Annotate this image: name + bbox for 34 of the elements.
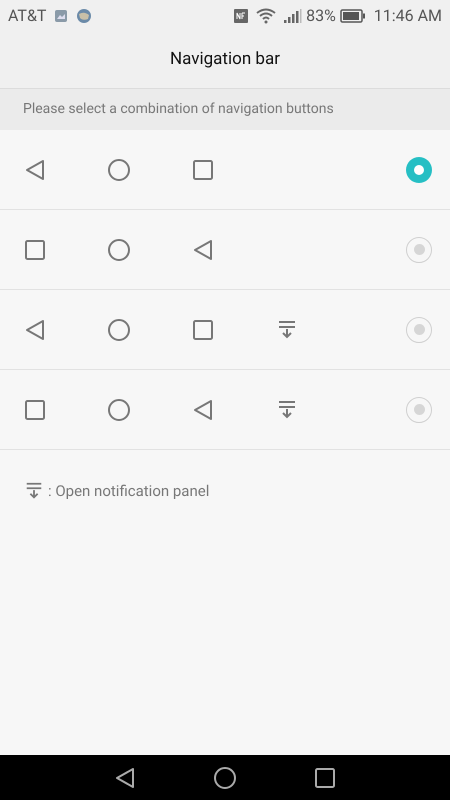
radio-button[interactable]: [406, 156, 432, 182]
signal-icon: [284, 9, 302, 23]
carrier-text: AT&T: [8, 5, 46, 27]
circle-icon[interactable]: [214, 766, 236, 788]
legend-text: : Open notification panel: [48, 481, 210, 502]
radio-button[interactable]: [406, 316, 432, 342]
square-icon: [192, 318, 214, 340]
image-icon: [54, 9, 68, 23]
circle-icon: [108, 318, 130, 340]
square-icon[interactable]: [314, 766, 336, 788]
triangle-icon[interactable]: [114, 766, 136, 788]
square-icon: [24, 398, 46, 420]
pull-down-icon: [276, 398, 298, 420]
circle-icon: [108, 238, 130, 260]
radio-button[interactable]: [406, 236, 432, 262]
triangle-icon: [24, 318, 46, 340]
battery-icon: [340, 9, 366, 23]
square-icon: [192, 158, 214, 180]
circle-icon: [108, 398, 130, 420]
nfc-icon: [234, 9, 248, 23]
battery-text: 83%: [306, 5, 336, 27]
triangle-icon: [192, 398, 214, 420]
clock-text: 11:46 AM: [374, 5, 442, 27]
pull-down-icon: [276, 318, 298, 340]
globe-icon: [76, 8, 92, 24]
subheader-text: Please select a combination of navigation buttons: [23, 100, 334, 119]
triangle-icon: [192, 238, 214, 260]
pull-down-icon: [24, 481, 44, 502]
circle-icon: [108, 158, 130, 180]
square-icon: [24, 238, 46, 260]
radio-button[interactable]: [406, 396, 432, 422]
wifi-icon: [256, 8, 276, 24]
triangle-icon: [24, 158, 46, 180]
screen-title: Navigation bar: [170, 48, 280, 72]
